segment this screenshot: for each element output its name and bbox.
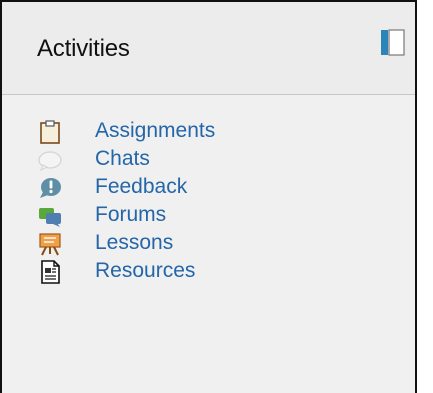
- list-item-label[interactable]: Resources: [95, 259, 195, 283]
- dock-sidebar-icon[interactable]: [381, 29, 405, 56]
- list-item-assignments[interactable]: Assignments: [2, 118, 415, 146]
- block-title: Activities: [37, 35, 130, 62]
- document-icon: [41, 260, 60, 284]
- activities-block: Activities Assignments Chats Feedback Fo…: [0, 0, 417, 393]
- block-header: Activities: [2, 2, 415, 95]
- list-item-label[interactable]: Forums: [95, 203, 166, 227]
- list-item-feedback[interactable]: Feedback: [2, 174, 415, 202]
- list-item-chats[interactable]: Chats: [2, 146, 415, 174]
- list-item-resources[interactable]: Resources: [2, 258, 415, 286]
- forum-icon: [39, 208, 61, 227]
- activities-list: Assignments Chats Feedback Forums Lesson…: [2, 118, 415, 286]
- chat-bubble-icon: [38, 151, 62, 172]
- list-item-label[interactable]: Feedback: [95, 175, 187, 199]
- list-item-label[interactable]: Lessons: [95, 231, 173, 255]
- list-item-lessons[interactable]: Lessons: [2, 230, 415, 258]
- list-item-label[interactable]: Assignments: [95, 119, 215, 143]
- list-item-forums[interactable]: Forums: [2, 202, 415, 230]
- list-item-label[interactable]: Chats: [95, 147, 150, 171]
- clipboard-icon: [40, 120, 60, 144]
- feedback-icon: [40, 178, 61, 198]
- lesson-easel-icon: [39, 233, 61, 256]
